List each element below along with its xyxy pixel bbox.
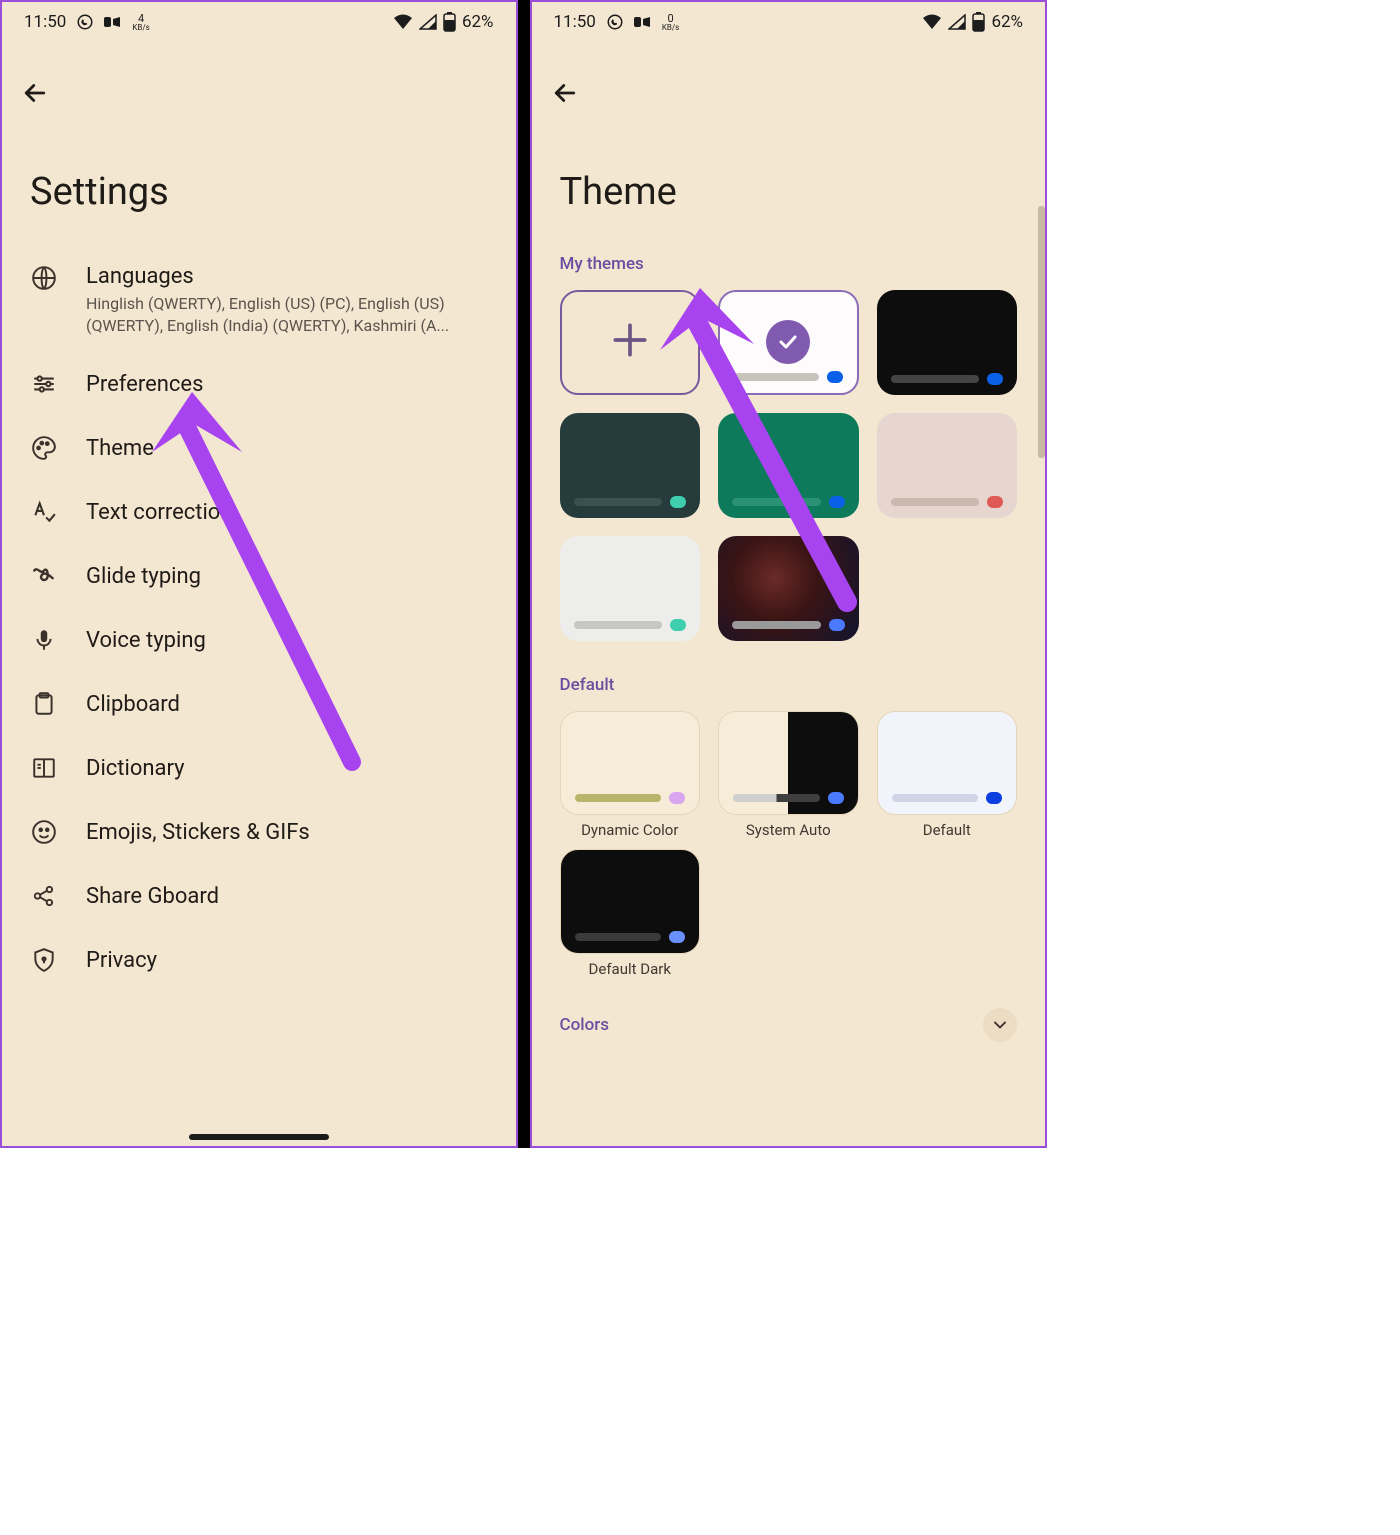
status-bar: 11:50 0 KB/s 62%: [532, 2, 1046, 42]
section-header-colors[interactable]: Colors: [532, 998, 1046, 1058]
theme-card-photo[interactable]: [718, 536, 859, 641]
call-duo-icon: [104, 15, 122, 29]
theme-card[interactable]: [877, 413, 1018, 518]
settings-label: Languages: [86, 264, 488, 289]
settings-label: Preferences: [86, 372, 203, 397]
whatsapp-icon: [606, 13, 624, 31]
wifi-icon: [393, 14, 413, 30]
theme-caption: System Auto: [746, 821, 831, 839]
frame-divider: [518, 0, 530, 1148]
clipboard-icon: [30, 690, 58, 718]
section-label: Colors: [560, 1015, 609, 1035]
settings-label: Dictionary: [86, 756, 185, 781]
settings-item-text-correction[interactable]: Text correction: [2, 480, 516, 544]
settings-label: Share Gboard: [86, 884, 219, 909]
chevron-down-icon: [983, 1008, 1017, 1042]
settings-label: Privacy: [86, 948, 157, 973]
theme-card[interactable]: [718, 413, 859, 518]
sliders-icon: [30, 370, 58, 398]
back-icon[interactable]: [20, 78, 498, 108]
status-time: 11:50: [24, 12, 66, 32]
gesture-icon: [30, 562, 58, 590]
theme-caption: Dynamic Color: [581, 821, 678, 839]
settings-item-dictionary[interactable]: Dictionary: [2, 736, 516, 800]
theme-card[interactable]: [877, 290, 1018, 395]
settings-label: Text correction: [86, 500, 233, 525]
check-icon: [766, 320, 810, 364]
settings-screen: 11:50 4 KB/s 62%: [0, 0, 518, 1148]
back-icon[interactable]: [550, 78, 1028, 108]
add-theme-button[interactable]: [560, 290, 701, 395]
network-speed: 4 KB/s: [132, 13, 149, 32]
mic-icon: [30, 626, 58, 654]
page-title: Theme: [532, 118, 1046, 244]
section-header-default: Default: [532, 665, 1046, 711]
whatsapp-icon: [76, 13, 94, 31]
emoji-icon: [30, 818, 58, 846]
cellular-icon: [948, 14, 966, 30]
settings-label: Theme: [86, 436, 154, 461]
battery-percent: 62%: [991, 12, 1023, 32]
settings-item-share[interactable]: Share Gboard: [2, 864, 516, 928]
battery-icon: [443, 12, 456, 32]
section-header-mythemes: My themes: [532, 244, 1046, 290]
theme-card-selected[interactable]: [718, 290, 859, 395]
page-title: Settings: [2, 118, 516, 244]
theme-caption: Default Dark: [589, 960, 671, 978]
my-themes-grid: [532, 290, 1046, 665]
settings-label: Emojis, Stickers & GIFs: [86, 820, 310, 845]
settings-label: Clipboard: [86, 692, 180, 717]
wifi-icon: [922, 14, 942, 30]
share-icon: [30, 882, 58, 910]
shield-icon: [30, 946, 58, 974]
theme-card[interactable]: [560, 413, 701, 518]
settings-item-languages[interactable]: Languages Hinglish (QWERTY), English (US…: [2, 248, 516, 352]
gesture-nav-bar: [189, 1134, 329, 1140]
book-icon: [30, 754, 58, 782]
settings-item-emojis[interactable]: Emojis, Stickers & GIFs: [2, 800, 516, 864]
status-time: 11:50: [554, 12, 596, 32]
theme-card-system-auto[interactable]: [718, 711, 859, 816]
battery-percent: 62%: [462, 12, 494, 32]
settings-item-theme[interactable]: Theme: [2, 416, 516, 480]
status-bar: 11:50 4 KB/s 62%: [2, 2, 516, 42]
theme-card-default[interactable]: [877, 711, 1018, 816]
settings-item-glide-typing[interactable]: Glide typing: [2, 544, 516, 608]
globe-icon: [30, 264, 58, 292]
theme-screen: 11:50 0 KB/s 62%: [530, 0, 1048, 1148]
plus-icon: [608, 318, 652, 366]
settings-item-preferences[interactable]: Preferences: [2, 352, 516, 416]
spellcheck-icon: [30, 498, 58, 526]
network-speed: 0 KB/s: [662, 13, 679, 32]
settings-list: Languages Hinglish (QWERTY), English (US…: [2, 244, 516, 996]
theme-card-default-dark[interactable]: [560, 849, 701, 954]
settings-label: Glide typing: [86, 564, 201, 589]
scrollbar[interactable]: [1038, 206, 1045, 458]
theme-caption: Default: [923, 821, 971, 839]
cellular-icon: [419, 14, 437, 30]
theme-card-dynamic[interactable]: [560, 711, 701, 816]
settings-label: Voice typing: [86, 628, 206, 653]
settings-item-clipboard[interactable]: Clipboard: [2, 672, 516, 736]
battery-icon: [972, 12, 985, 32]
settings-item-privacy[interactable]: Privacy: [2, 928, 516, 992]
call-duo-icon: [634, 15, 652, 29]
theme-card[interactable]: [560, 536, 701, 641]
palette-icon: [30, 434, 58, 462]
settings-sublabel: Hinglish (QWERTY), English (US) (PC), En…: [86, 293, 488, 336]
default-themes-grid: Dynamic Color System Auto Default Defaul…: [532, 711, 1046, 999]
settings-item-voice-typing[interactable]: Voice typing: [2, 608, 516, 672]
